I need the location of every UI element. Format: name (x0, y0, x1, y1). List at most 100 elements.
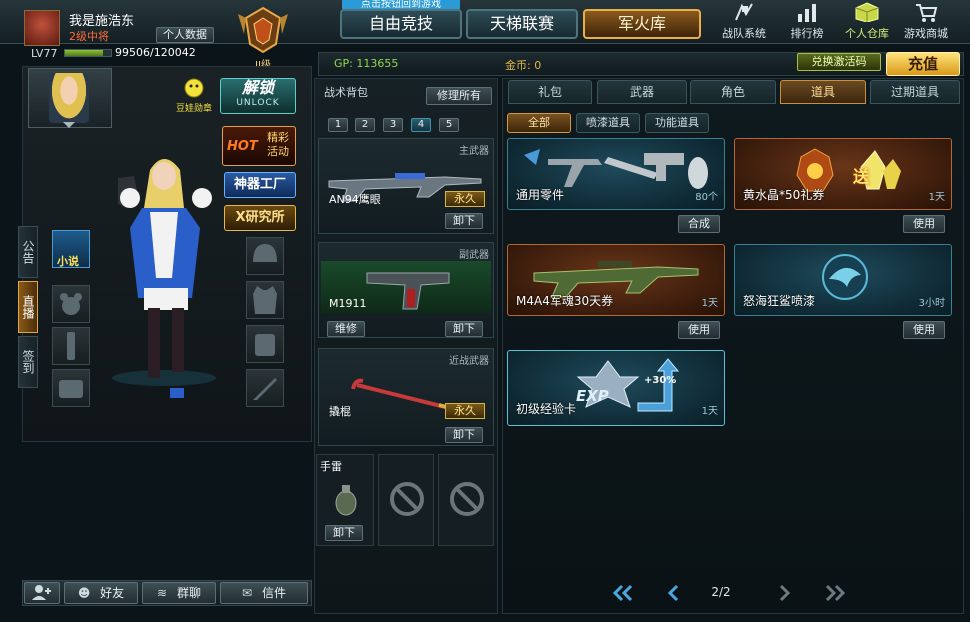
item-m4a4-voucher-use-button[interactable]: 使用 (678, 321, 720, 339)
character-figure (112, 159, 216, 398)
nav-armory[interactable]: 军火库 (583, 9, 701, 39)
chevron-left-icon (667, 584, 679, 602)
pagination-first-button[interactable] (612, 584, 634, 602)
leaderboard-button[interactable]: 排行榜 (780, 2, 834, 42)
gear-slot-knife[interactable] (246, 369, 284, 407)
item-card-crystal-voucher[interactable]: 送 黄水晶*50礼券 1天 (734, 138, 952, 210)
subtab-spray[interactable]: 喷漆道具 (576, 113, 640, 133)
redeem-code-button[interactable]: 兑换激活码 (797, 53, 881, 71)
disabled-icon (450, 482, 484, 516)
profile-button[interactable]: 个人数据 (156, 27, 214, 43)
nav-armory-label: 军火库 (617, 14, 666, 33)
unlock-main-label: 解锁 (241, 78, 274, 97)
accessory-slot-flashlight[interactable] (52, 327, 90, 365)
grenade-unequip-button[interactable]: 卸下 (325, 525, 363, 541)
nav-ladder[interactable]: 天梯联赛 (466, 9, 578, 39)
secondary-weapon-name: M1911 (329, 297, 367, 310)
item-card-m4a4-voucher[interactable]: M4A4军魂30天券 1天 (507, 244, 725, 316)
side-tab-live-label: 直播 (21, 295, 35, 319)
bag-tab-4[interactable]: 4 (411, 118, 431, 132)
add-friend-button[interactable] (24, 582, 60, 604)
secondary-weapon-unequip-button[interactable]: 卸下 (445, 321, 483, 337)
pagination-page-indicator: 2/2 (711, 585, 731, 599)
subtab-all[interactable]: 全部 (507, 113, 571, 133)
bag-tab-2[interactable]: 2 (355, 118, 375, 132)
item-card-shark-spray[interactable]: 怒海狂鲨喷漆 3小时 (734, 244, 952, 316)
tab-characters[interactable]: 角色 (690, 80, 776, 104)
item-exp-card-name: 初级经验卡 (516, 402, 577, 416)
accessory-slot-bag[interactable] (52, 369, 90, 407)
vest-icon (253, 286, 277, 314)
personal-storage-label: 个人仓库 (845, 27, 889, 40)
mascot-medal[interactable]: 豆娃勋章 (172, 78, 216, 114)
recharge-button[interactable]: 充值 (886, 52, 960, 76)
grenade-slot[interactable]: 手雷 卸下 (316, 454, 374, 546)
friends-button[interactable]: ☻ 好友 (64, 582, 138, 604)
xp-bar (64, 49, 112, 57)
item-shark-spray-use-button[interactable]: 使用 (903, 321, 945, 339)
item-card-exp-card[interactable]: EXP +30% 初级经验卡 1天 (507, 350, 725, 426)
teddy-bear-icon (60, 293, 82, 315)
x-lab-button[interactable]: X研究所 (224, 205, 296, 231)
tab-weapons[interactable]: 武器 (597, 80, 687, 104)
melee-weapon-slot[interactable]: 近战武器 撬棍 永久 卸下 (318, 348, 494, 446)
bag-tab-5[interactable]: 5 (439, 118, 459, 132)
mail-button[interactable]: ✉ 信件 (220, 582, 308, 604)
mail-label: 信件 (261, 586, 286, 600)
melee-weapon-unequip-button[interactable]: 卸下 (445, 427, 483, 443)
tab-gift-packs[interactable]: 礼包 (508, 80, 592, 104)
pagination-next-button[interactable] (776, 584, 792, 602)
double-chevron-right-icon (825, 584, 846, 602)
bag-icon (59, 380, 83, 398)
hot-event-button[interactable]: HOT 精彩活动 (222, 126, 296, 166)
pagination-prev-button[interactable] (666, 584, 682, 602)
novel-slot[interactable]: 小说 (52, 230, 90, 268)
nav-free-match[interactable]: 自由竞技 (340, 9, 462, 39)
item-crystal-voucher-use-button[interactable]: 使用 (903, 215, 945, 233)
bag-tab-1[interactable]: 1 (328, 118, 348, 132)
helmet-icon (253, 244, 277, 262)
grenade-icon (335, 485, 357, 516)
side-tab-notice[interactable]: 公告 (18, 226, 38, 278)
character-model[interactable] (104, 148, 224, 418)
portrait-dropdown-icon[interactable] (62, 118, 76, 128)
player-xp: 99506/120042 (115, 46, 196, 59)
game-shop-button[interactable]: 游戏商城 (898, 2, 954, 42)
nav-ladder-label: 天梯联赛 (489, 14, 554, 33)
group-chat-button[interactable]: ≋ 群聊 (142, 582, 216, 604)
player-avatar[interactable] (24, 10, 60, 46)
pagination-last-button[interactable] (824, 584, 846, 602)
side-tab-checkin[interactable]: 签到 (18, 336, 38, 388)
side-tab-checkin-label: 签到 (21, 350, 35, 374)
backpack-title: 战术背包 (324, 86, 368, 99)
repair-all-button[interactable]: 修理所有 (426, 87, 492, 105)
clan-system-button[interactable]: 战队系统 (716, 2, 772, 42)
gear-slot-vest[interactable] (246, 281, 284, 319)
bag-tab-3[interactable]: 3 (383, 118, 403, 132)
friends-label: 好友 (100, 586, 125, 600)
gear-slot-pouch[interactable] (246, 325, 284, 363)
unlock-button[interactable]: 解锁 UNLOCK (220, 78, 296, 114)
item-shark-spray-duration: 3小时 (918, 298, 945, 309)
item-card-parts[interactable]: 通用零件 80个 (507, 138, 725, 210)
grenade-name: 手雷 (320, 460, 342, 473)
gp-amount: GP: 113655 (334, 57, 399, 70)
tab-items[interactable]: 道具 (780, 80, 866, 104)
secondary-weapon-slot[interactable]: 副武器 M1911 维修 卸下 (318, 242, 494, 338)
subtab-functional[interactable]: 功能道具 (645, 113, 709, 133)
melee-weapon-permanent-badge: 永久 (445, 403, 485, 419)
primary-weapon-unequip-button[interactable]: 卸下 (445, 213, 483, 229)
gold-amount: 金币: 0 (505, 59, 542, 72)
accessory-slot-teddy[interactable] (52, 285, 90, 323)
primary-weapon-slot[interactable]: 主武器 AN94鹰眼 永久 卸下 (318, 138, 494, 234)
melee-weapon-category: 近战武器 (449, 356, 489, 367)
personal-storage-button[interactable]: 个人仓库 (836, 2, 898, 42)
mascot-icon (184, 78, 204, 98)
side-tab-live[interactable]: 直播 (18, 281, 38, 333)
artifact-factory-button[interactable]: 神器工厂 (224, 172, 296, 198)
tab-expired-items[interactable]: 过期道具 (870, 80, 960, 104)
secondary-weapon-repair-button[interactable]: 维修 (327, 321, 365, 337)
item-parts-combine-button[interactable]: 合成 (678, 215, 720, 233)
gear-slot-helmet[interactable] (246, 237, 284, 275)
rank-badge[interactable]: II级 (232, 4, 294, 71)
